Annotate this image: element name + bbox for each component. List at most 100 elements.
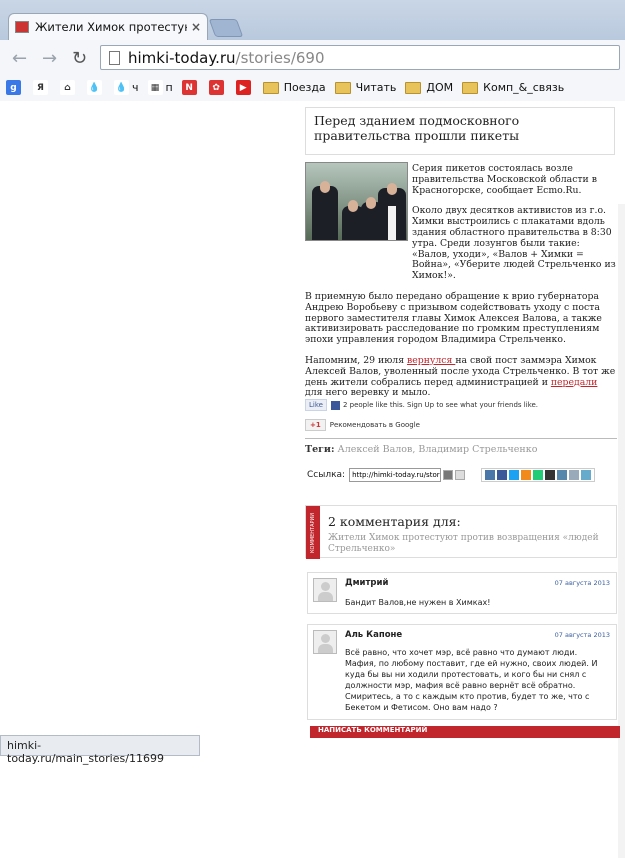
article-title: Перед зданием подмосковного правительств…: [305, 107, 615, 155]
print-icon[interactable]: [443, 470, 454, 480]
vk-icon[interactable]: [485, 470, 496, 480]
bookmark-folder-label: Читать: [355, 81, 397, 94]
share-label: Ссылка:: [307, 470, 346, 480]
bookmark-label: ч: [132, 81, 139, 94]
like-count-text: 2 people like this. Sign Up to see what …: [342, 401, 539, 409]
tags-line: Теги: Алексей Валов, Владимир Стрельченк…: [305, 444, 537, 455]
home-icon: ⌂: [60, 80, 75, 95]
main-column: Перед зданием подмосковного правительств…: [302, 102, 620, 756]
yandex-icon: Я: [33, 80, 48, 95]
folder-icon: [462, 81, 479, 94]
bookmark-item[interactable]: ▦ п: [147, 80, 173, 95]
close-tab-icon[interactable]: ×: [191, 20, 201, 34]
share-link-input[interactable]: [349, 468, 442, 482]
article-paragraph: Серия пикетов состоялась возле правитель…: [412, 163, 597, 196]
bookmarks-bar: g Я ⌂ 💧 💧 ч ▦ п N ✿ ▶ Поезда Читать ДОМ Комп_&_связь: [0, 74, 625, 101]
bookmark-icon[interactable]: [557, 470, 568, 480]
back-arrow-icon[interactable]: ←: [12, 48, 27, 69]
comment-item: Дмитрий 07 августа 2013 Бандит Валов,не …: [307, 572, 617, 614]
bookmark-item[interactable]: ▶: [235, 80, 254, 95]
bookmark-item[interactable]: 💧 ч: [114, 80, 139, 95]
mailru-icon[interactable]: [533, 470, 544, 480]
browser-tab[interactable]: Жители Химок протестую ×: [8, 13, 208, 40]
forward-arrow-icon[interactable]: →: [42, 48, 57, 69]
avatar: [313, 630, 337, 654]
bookmark-folder[interactable]: ДОМ: [405, 81, 453, 94]
page-icon: [109, 50, 120, 65]
tab-title: Жители Химок протестую: [35, 20, 187, 34]
settings-icon[interactable]: [581, 470, 592, 480]
article-paragraph: Напомним, 29 июля вернулся на свой пост …: [305, 354, 616, 399]
divider: [305, 438, 617, 439]
folder-icon: [262, 81, 279, 94]
bookmark-item[interactable]: ✿: [208, 80, 227, 95]
bookmark-folder-label: ДОМ: [426, 81, 454, 94]
comment-author: Аль Капоне: [345, 630, 403, 640]
comment-item: Аль Капоне 07 августа 2013 Всё равно, чт…: [307, 624, 617, 720]
share-row: Ссылка:: [307, 468, 596, 482]
write-comment-bar[interactable]: НАПИСАТЬ КОММЕНТАРИЙ: [310, 726, 620, 738]
tags-values[interactable]: Алексей Валов, Владимир Стрельченко: [338, 444, 538, 455]
bookmark-folder-label: Поезда: [283, 81, 326, 94]
article-link-handed[interactable]: передали: [551, 377, 598, 388]
article-link-returned[interactable]: вернулся: [407, 355, 455, 366]
scrollbar[interactable]: [618, 204, 625, 858]
bookmark-item[interactable]: N: [181, 80, 200, 95]
facebook-share-icon[interactable]: [497, 470, 508, 480]
drop-icon: 💧: [87, 80, 102, 95]
grid-icon: ▦: [147, 80, 163, 95]
share-more-icon[interactable]: [569, 470, 580, 480]
comment-text: Всё равно, что хочет мэр, всё равно что …: [345, 648, 598, 712]
google-plus-button[interactable]: +1: [305, 419, 326, 431]
bookmark-folder[interactable]: Комп_&_связь: [462, 81, 564, 94]
address-bar[interactable]: himki-today.ru/stories/690: [100, 45, 620, 70]
comment-date: 07 августа 2013: [554, 579, 610, 587]
reload-icon[interactable]: ↻: [72, 48, 87, 69]
odnoklassniki-icon[interactable]: [521, 470, 532, 480]
url-domain: himki-today.ru: [128, 48, 236, 67]
livejournal-icon[interactable]: [545, 470, 556, 480]
comments-subtitle[interactable]: Жители Химок протестуют против возвращен…: [328, 533, 608, 555]
avatar: [313, 578, 337, 602]
google-plus-text: Рекомендовать в Google: [329, 421, 420, 429]
comments-side-label: КОММЕНТАРИИ: [306, 506, 320, 559]
drop-icon: 💧: [114, 80, 129, 95]
bookmark-item[interactable]: g: [6, 80, 24, 95]
tab-strip: Жители Химок протестую ×: [0, 0, 625, 40]
article-paragraph: В приемную было передано обращение к ври…: [305, 290, 602, 346]
twitter-icon[interactable]: [509, 470, 520, 480]
google-plus-widget: +1 Рекомендовать в Google: [305, 419, 420, 431]
bookmark-item[interactable]: 💧: [87, 80, 105, 95]
facebook-icon: [330, 400, 340, 410]
browser-chrome: Жители Химок протестую × ← → ↻ himki-tod…: [0, 0, 625, 101]
favicon-icon: [15, 21, 29, 33]
bookmark-folder[interactable]: Поезда: [262, 81, 326, 94]
status-bar-url: himki-today.ru/main_stories/11699: [0, 735, 200, 765]
bookmark-item[interactable]: ⌂: [60, 80, 78, 95]
article-paragraph: Около двух десятков активистов из г.о. Х…: [412, 205, 616, 282]
social-share-icons: [481, 468, 596, 482]
email-icon[interactable]: [455, 470, 466, 480]
bookmark-label: п: [165, 81, 173, 94]
folder-icon: [334, 81, 351, 94]
bookmark-folder[interactable]: Читать: [334, 81, 397, 94]
google-icon: g: [6, 80, 21, 95]
comment-author: Дмитрий: [345, 578, 389, 588]
comment-text: Бандит Валов,не нужен в Химках!: [345, 598, 491, 607]
page-content: Перед зданием подмосковного правительств…: [0, 102, 625, 858]
bookmark-item[interactable]: Я: [33, 80, 51, 95]
new-tab-button[interactable]: [208, 19, 244, 37]
folder-icon: [405, 81, 422, 94]
bookmark-folder-label: Комп_&_связь: [483, 81, 565, 94]
comments-title: 2 комментария для:: [328, 514, 461, 529]
facebook-like-button[interactable]: Like: [305, 399, 327, 411]
flash-icon: N: [181, 80, 197, 95]
comments-header: КОММЕНТАРИИ 2 комментария для: Жители Хи…: [305, 505, 617, 559]
url-path: /stories/690: [235, 48, 325, 67]
comment-date: 07 августа 2013: [554, 631, 610, 639]
facebook-like-widget: Like 2 people like this. Sign Up to see …: [305, 399, 538, 411]
gift-icon: ✿: [208, 80, 224, 95]
article-body: Серия пикетов состоялась возле правитель…: [305, 163, 617, 409]
youtube-icon: ▶: [235, 80, 251, 95]
tags-label: Теги:: [305, 444, 335, 455]
